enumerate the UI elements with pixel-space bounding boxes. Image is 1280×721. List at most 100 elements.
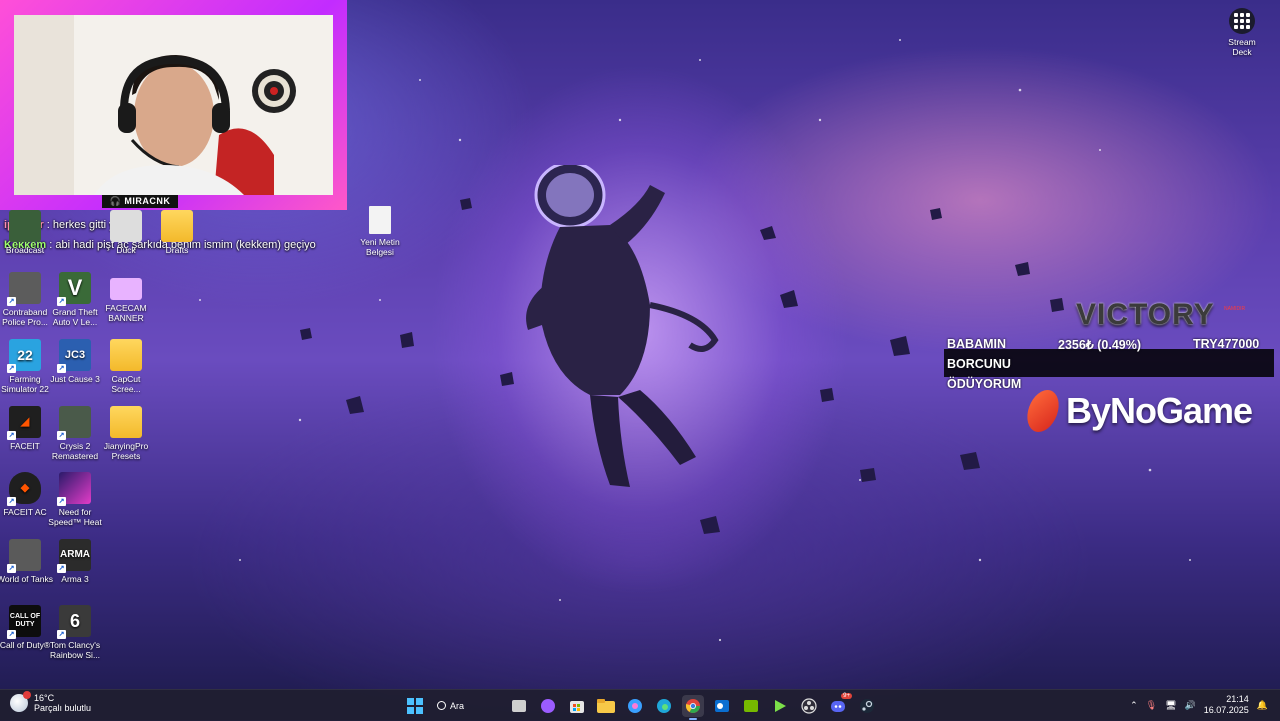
desktop-icon-jianying[interactable]: JianyingPro Presets (97, 406, 155, 461)
start-button[interactable] (404, 695, 426, 717)
desktop-icon-drafts[interactable]: Drafts (148, 210, 206, 255)
desktop-icon-duck[interactable]: Duck (97, 210, 155, 255)
icon-label: Drafts (165, 245, 189, 255)
icon-badge: 22 (17, 347, 33, 363)
desktop-icon-broadcast[interactable]: Broadcast (0, 210, 54, 255)
chrome-icon (685, 698, 700, 713)
folder-icon (110, 339, 142, 371)
icon-badge: CALL OF DUTY (9, 613, 41, 628)
weather-desc: Parçalı bulutlu (34, 703, 92, 713)
taskbar-search[interactable]: Ara (433, 695, 501, 717)
taskbar-edge[interactable] (653, 695, 675, 717)
shortcut-arrow-icon: ↗ (7, 431, 16, 440)
icon-label: JianyingPro Presets (103, 441, 149, 461)
desktop-icon-gta-v[interactable]: V ↗ Grand Theft Auto V Le... (46, 272, 104, 327)
shortcut-arrow-icon: ↗ (57, 431, 66, 440)
desktop-icon-yeni-metin-belgesi[interactable]: Yeni Metin Belgesi (351, 206, 409, 257)
nfs-heat-icon: ↗ (57, 472, 91, 506)
desktop-icon-capcut[interactable]: CapCut Scree... (97, 339, 155, 394)
desktop-icon-crysis[interactable]: ↗ Crysis 2 Remastered (46, 406, 104, 461)
gta-v-icon: V ↗ (57, 272, 91, 306)
icon-badge: V (67, 275, 83, 300)
icon-label: Tom Clancy's Rainbow Si... (49, 640, 101, 660)
shortcut-arrow-icon: ↗ (7, 564, 16, 573)
taskbar: 16°C Parçalı bulutlu Ara 9+ ⌃ 🎙 🖥 🔊 21:1… (0, 689, 1280, 721)
network-icon[interactable]: 🖥 (1165, 700, 1176, 711)
taskbar-chrome[interactable] (682, 694, 704, 720)
volume-icon[interactable]: 🔊 (1185, 700, 1196, 711)
task-view-button[interactable] (508, 695, 530, 717)
bynogame-mark-icon (1023, 390, 1063, 432)
microphone-icon[interactable]: 🎙 (1146, 700, 1157, 711)
ticker-row2-left: BORCUNU (947, 357, 1011, 371)
icon-label: Yeni Metin Belgesi (360, 237, 400, 257)
farming-simulator-icon: 22 ↗ (7, 339, 41, 373)
icon-badge: JC3 (64, 349, 86, 361)
chevron-up-icon[interactable]: ⌃ (1130, 700, 1138, 711)
desktop-icon-nfs-heat[interactable]: ↗ Need for Speed™ Heat (46, 472, 104, 527)
photos-icon (628, 698, 642, 713)
outlook-icon (715, 699, 729, 712)
copilot-icon (541, 698, 555, 713)
shortcut-arrow-icon: ↗ (57, 297, 66, 306)
streamer-name-tag: 🎧 MIRACNK (102, 195, 178, 208)
shortcut-arrow-icon: ↗ (7, 297, 16, 306)
shortcut-arrow-icon: ↗ (7, 630, 16, 639)
astronaut-illustration (526, 165, 719, 487)
folder-icon (597, 698, 615, 713)
victory-brand-text: VICTORY (1076, 298, 1215, 331)
ticker-row1-mid: 2356₺ (0.49%) (1058, 338, 1142, 352)
rainbow-six-icon: 6 ↗ (57, 605, 91, 639)
taskbar-steam[interactable] (856, 695, 878, 717)
desktop-icon-arma[interactable]: ARMA ↗ Arma 3 (46, 539, 104, 584)
store-icon (570, 700, 584, 713)
taskbar-photos[interactable] (624, 695, 646, 717)
just-cause-icon: JC3 ↗ (57, 339, 91, 373)
clock[interactable]: 21:14 16.07.2025 (1204, 694, 1249, 716)
duck-icon (110, 210, 142, 242)
shortcut-arrow-icon: ↗ (57, 497, 66, 506)
desktop-icon-just-cause[interactable]: JC3 ↗ Just Cause 3 (46, 339, 104, 384)
faceit-ac-icon: ◆ ↗ (7, 472, 41, 506)
taskbar-outlook[interactable] (711, 695, 733, 717)
victory-subtext: NAMIDIR (1224, 306, 1246, 312)
call-of-duty-icon: CALL OF DUTY ↗ (7, 605, 41, 639)
desktop-icon-facecam-banner[interactable]: FACECAM BANNER (97, 272, 155, 323)
shortcut-arrow-icon: ↗ (57, 564, 66, 573)
taskbar-copilot[interactable] (537, 695, 559, 717)
discord-badge: 9+ (841, 692, 852, 699)
clock-time: 21:14 (1226, 694, 1249, 704)
taskbar-discord[interactable]: 9+ (827, 692, 852, 717)
desktop-icon-stream-deck[interactable]: Stream Deck (1218, 8, 1266, 57)
steam-icon (860, 698, 874, 713)
task-view-icon (512, 699, 526, 712)
play-icon (775, 699, 786, 712)
icon-label: Grand Theft Auto V Le... (52, 307, 98, 327)
shortcut-arrow-icon: ↗ (57, 630, 66, 639)
ticker-row1-left: BABAMIN (947, 337, 1007, 351)
search-icon (437, 701, 446, 710)
system-tray: ⌃ 🎙 🖥 🔊 21:14 16.07.2025 🔔 (1130, 694, 1268, 716)
webcam-feed (14, 15, 333, 195)
icon-label: Need for Speed™ Heat (48, 507, 102, 527)
desktop-icon-rainbow-six[interactable]: 6 ↗ Tom Clancy's Rainbow Si... (46, 605, 104, 660)
taskbar-play[interactable] (769, 695, 791, 717)
folder-icon (110, 406, 142, 438)
taskbar-obs[interactable] (798, 695, 820, 717)
taskbar-file-explorer[interactable] (595, 695, 617, 717)
taskbar-store[interactable] (566, 695, 588, 717)
ticker-row3-left: ÖDÜYORUM (947, 377, 1022, 391)
taskbar-nvidia[interactable] (740, 695, 762, 717)
arma-icon: ARMA ↗ (57, 539, 91, 573)
nvidia-icon (744, 699, 758, 712)
icon-label: Stream Deck (1228, 37, 1256, 57)
icon-label: Duck (116, 245, 136, 255)
weather-widget[interactable]: 16°C Parçalı bulutlu (10, 691, 92, 713)
edge-icon (657, 698, 671, 713)
windows-icon (407, 697, 423, 714)
shortcut-arrow-icon: ↗ (57, 364, 66, 373)
notification-bell-icon[interactable]: 🔔 (1257, 700, 1268, 711)
discord-icon (831, 700, 845, 712)
icon-label: Broadcast (5, 245, 45, 255)
icon-badge: 6 (69, 611, 80, 631)
